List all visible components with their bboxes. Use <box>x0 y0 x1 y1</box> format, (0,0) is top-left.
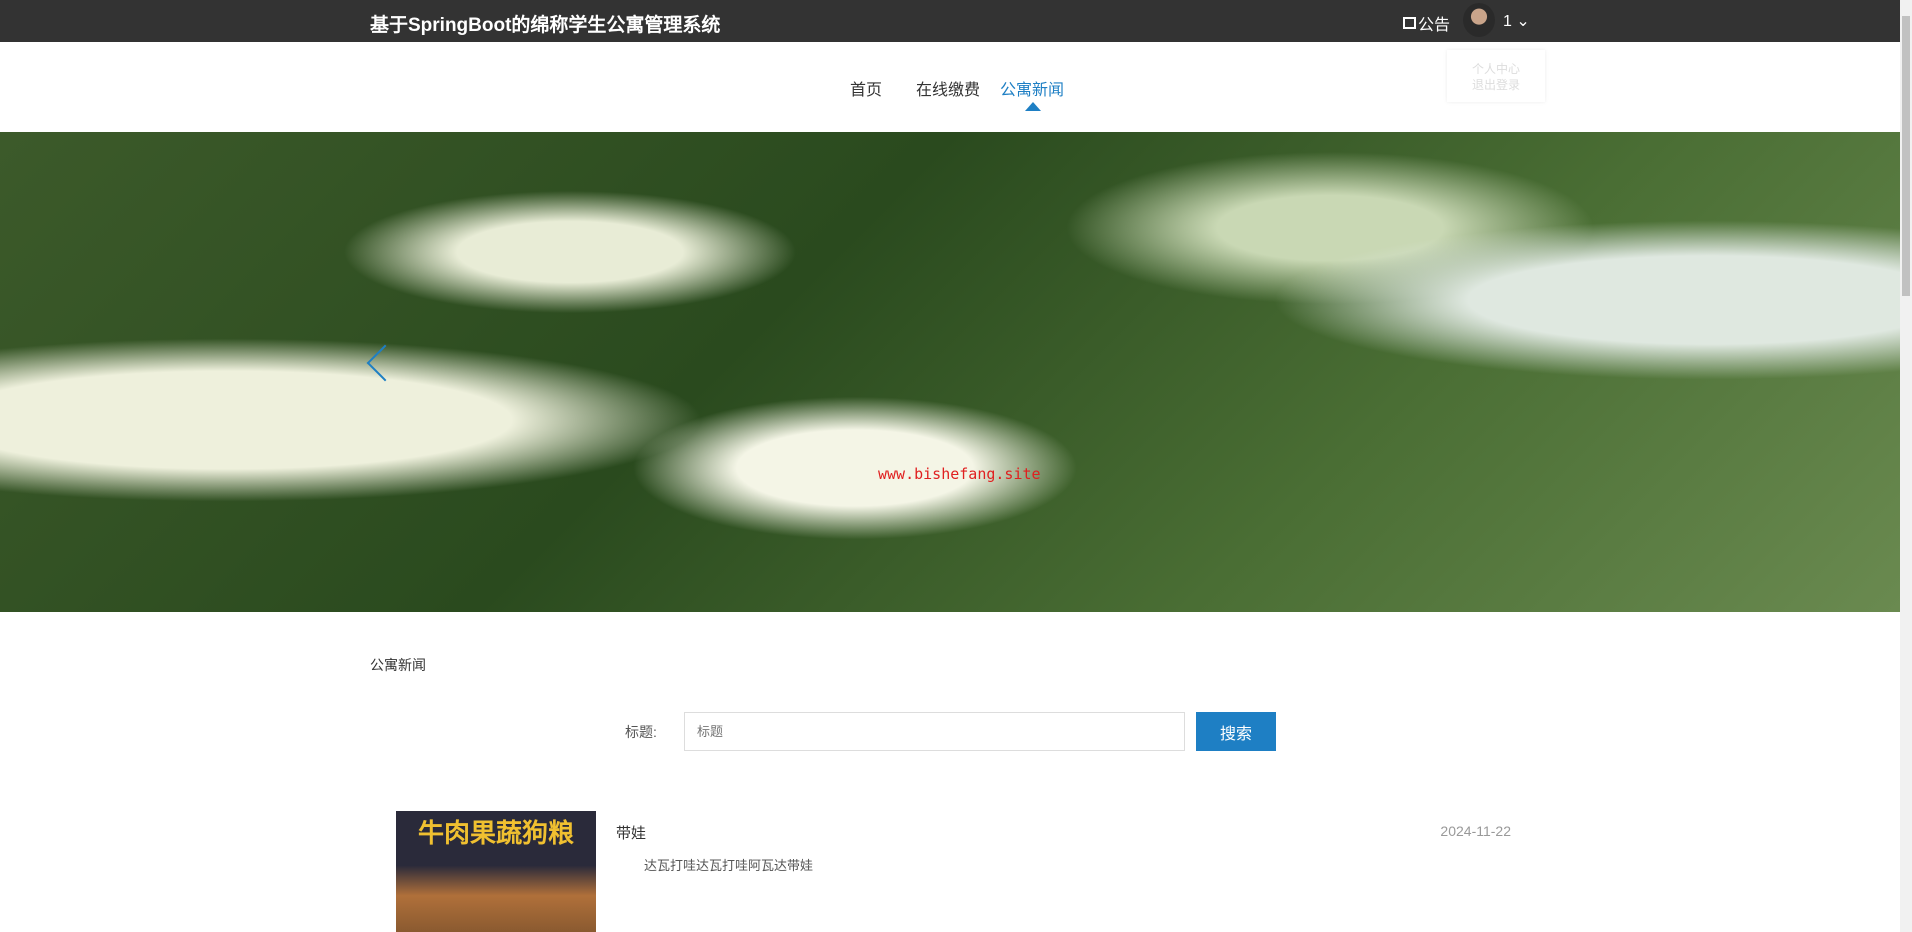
chevron-down-icon: ⌄ <box>1516 13 1530 30</box>
avatar[interactable] <box>1463 3 1495 37</box>
news-summary: 达瓦打哇达瓦打哇阿瓦达带娃 <box>644 858 814 873</box>
chevron-left-icon[interactable] <box>366 344 404 382</box>
page-title: 公寓新闻 <box>370 657 426 673</box>
site-title: 基于SpringBoot的绵称学生公寓管理系统 <box>370 15 721 36</box>
nav-payment[interactable]: 在线缴费 <box>916 76 980 100</box>
active-indicator <box>1025 102 1041 111</box>
user-menu-toggle[interactable]: 1 ⌄ <box>1503 11 1530 31</box>
news-thumbnail[interactable]: 牛肉果蔬狗粮 <box>396 811 596 932</box>
news-title[interactable]: 带娃 <box>616 822 646 843</box>
top-bar: 基于SpringBoot的绵称学生公寓管理系统 公告 1 ⌄ <box>0 0 1900 42</box>
banner-carousel[interactable]: www.bishefang.site <box>0 132 1900 612</box>
search-label: 标题: <box>625 724 657 740</box>
search-button[interactable]: 搜索 <box>1196 712 1276 751</box>
news-date: 2024-11-22 <box>1440 823 1511 839</box>
message-icon <box>1403 17 1416 29</box>
scrollbar-thumb[interactable] <box>1902 16 1910 296</box>
main-nav: 首页 在线缴费 公寓新闻 <box>0 42 1900 132</box>
notice-label: 公告 <box>1418 17 1451 34</box>
nav-home[interactable]: 首页 <box>850 76 882 100</box>
nav-news[interactable]: 公寓新闻 <box>1000 76 1064 100</box>
scrollbar[interactable] <box>1900 0 1912 932</box>
username: 1 <box>1503 13 1512 30</box>
notice-link[interactable]: 公告 <box>1403 11 1450 35</box>
watermark: www.bishefang.site <box>878 465 1041 483</box>
thumbnail-text: 牛肉果蔬狗粮 <box>418 818 575 848</box>
title-search-input[interactable] <box>684 712 1185 751</box>
